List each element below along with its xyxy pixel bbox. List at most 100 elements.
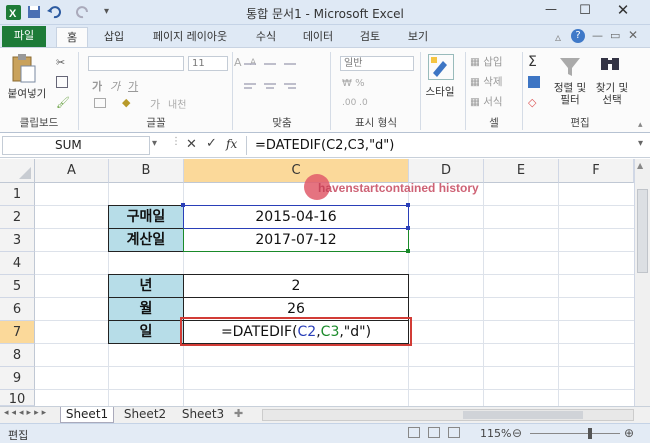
autosum-icon[interactable]: Σ <box>528 54 537 70</box>
tab-file[interactable]: 파일 <box>2 26 46 47</box>
name-box-dropdown-icon[interactable]: ▾ <box>152 138 157 149</box>
page-layout-view-icon[interactable] <box>428 427 440 438</box>
range-handle[interactable] <box>181 203 185 207</box>
font-name-field[interactable] <box>88 56 184 71</box>
bold-icon[interactable]: 가 <box>92 78 102 94</box>
phonetic-icon[interactable]: 내천 <box>168 96 186 111</box>
fill-icon[interactable] <box>528 76 540 88</box>
tab-page-layout[interactable]: 페이지 레이아웃 <box>140 27 240 47</box>
sheet-tab-sheet1[interactable]: Sheet1 <box>60 407 114 423</box>
minimize-button[interactable]: — <box>540 2 562 20</box>
zoom-slider-thumb[interactable] <box>588 428 592 439</box>
insert-function-icon[interactable]: fx <box>226 137 237 151</box>
cell-b7[interactable]: 일 <box>108 320 184 344</box>
tab-formulas[interactable]: 수식 <box>246 27 286 47</box>
row-header-7[interactable]: 7 <box>0 321 35 344</box>
doc-close-icon[interactable]: ✕ <box>628 28 638 42</box>
italic-icon[interactable]: 가 <box>110 78 120 94</box>
cell-c2[interactable]: 2015-04-16 <box>183 205 409 229</box>
find-select-icon[interactable] <box>598 54 622 78</box>
range-handle[interactable] <box>406 226 410 230</box>
format-painter-icon[interactable]: 🖌 <box>56 96 70 109</box>
sheet-nav-icons[interactable]: ◂◂◂▸▸▸ <box>4 408 49 418</box>
zoom-out-icon[interactable]: ⊖ <box>512 426 522 440</box>
cancel-icon[interactable]: ✕ <box>186 137 197 152</box>
tab-review[interactable]: 검토 <box>350 27 390 47</box>
tab-home[interactable]: 홈 <box>56 27 88 47</box>
find-select-button[interactable]: 찾기 및 선택 <box>590 82 634 106</box>
font-color-icon[interactable]: 가 <box>150 96 160 112</box>
enter-icon[interactable]: ✓ <box>206 136 217 151</box>
number-format-field[interactable]: 일반 <box>340 56 414 71</box>
splitter-icon[interactable]: ⋮ <box>171 136 181 155</box>
row-header-5[interactable]: 5 <box>0 275 35 298</box>
font-grow-icon[interactable]: A <box>234 56 242 69</box>
row-header-8[interactable]: 8 <box>0 344 35 367</box>
range-handle[interactable] <box>406 249 410 253</box>
cell-b6[interactable]: 월 <box>108 297 184 321</box>
style-icon[interactable] <box>428 54 454 80</box>
paste-icon[interactable] <box>10 54 36 84</box>
page-break-view-icon[interactable] <box>448 427 460 438</box>
alignment-icons[interactable] <box>242 58 322 108</box>
column-header-d[interactable]: D <box>409 159 484 183</box>
scroll-thumb[interactable] <box>463 411 583 419</box>
column-header-c[interactable]: C <box>184 159 409 183</box>
sheet-tab-sheet3[interactable]: Sheet3 <box>176 407 230 423</box>
row-header-6[interactable]: 6 <box>0 298 35 321</box>
new-sheet-icon[interactable]: ✚ <box>234 407 243 420</box>
underline-icon[interactable]: 가 <box>128 78 138 94</box>
fill-color-icon[interactable]: ◆ <box>122 96 130 109</box>
normal-view-icon[interactable] <box>408 427 420 438</box>
cell-b3[interactable]: 계산일 <box>108 228 184 252</box>
row-header-4[interactable]: 4 <box>0 252 35 275</box>
decimal-icon[interactable]: .00 .0 <box>342 98 368 108</box>
expand-formula-icon[interactable]: ▾ <box>638 138 643 149</box>
copy-icon[interactable] <box>56 76 68 88</box>
minimize-ribbon-icon[interactable]: ▵ <box>555 30 561 44</box>
zoom-in-icon[interactable]: ⊕ <box>624 426 634 440</box>
scroll-thumb[interactable] <box>637 189 648 273</box>
sort-filter-button[interactable]: 정렬 및 필터 <box>550 82 590 106</box>
range-handle[interactable] <box>406 203 410 207</box>
cell-c5[interactable]: 2 <box>183 274 409 298</box>
sheet-tab-sheet2[interactable]: Sheet2 <box>118 407 172 423</box>
scroll-up-icon[interactable]: ▲ <box>637 161 643 170</box>
collapse-ribbon-icon[interactable]: ▴ <box>638 120 643 130</box>
cell-b2[interactable]: 구매일 <box>108 205 184 229</box>
tab-view[interactable]: 보기 <box>398 27 438 47</box>
column-header-a[interactable]: A <box>35 159 109 183</box>
cell-b5[interactable]: 년 <box>108 274 184 298</box>
sort-filter-icon[interactable] <box>558 54 582 78</box>
row-header-3[interactable]: 3 <box>0 229 35 252</box>
vertical-scrollbar[interactable]: ▲ <box>634 159 650 406</box>
horizontal-scrollbar[interactable] <box>262 409 634 421</box>
row-header-1[interactable]: 1 <box>0 183 35 206</box>
close-button[interactable]: ✕ <box>610 1 636 21</box>
maximize-button[interactable]: ☐ <box>574 3 596 21</box>
clear-icon[interactable]: ◇ <box>528 96 536 109</box>
format-cells-button[interactable]: ▦ 서식 <box>470 96 520 108</box>
font-size-field[interactable]: 11 <box>188 56 228 71</box>
doc-restore-icon[interactable]: ▭ <box>610 29 620 42</box>
delete-cells-button[interactable]: ▦ 삭제 <box>470 76 520 88</box>
cell-c3[interactable]: 2017-07-12 <box>183 228 409 252</box>
column-header-e[interactable]: E <box>484 159 559 183</box>
style-button[interactable]: 스타일 <box>418 86 462 98</box>
zoom-level[interactable]: 115% <box>480 427 511 440</box>
row-header-9[interactable]: 9 <box>0 367 35 390</box>
currency-icon[interactable]: ₩ % <box>342 78 365 89</box>
column-header-b[interactable]: B <box>109 159 184 183</box>
doc-minimize-icon[interactable]: — <box>592 29 603 42</box>
help-icon[interactable]: ? <box>571 29 585 43</box>
row-header-10[interactable]: 10 <box>0 390 35 406</box>
row-header-2[interactable]: 2 <box>0 206 35 229</box>
formula-input[interactable]: =DATEDIF(C2,C3,"d") <box>246 136 636 155</box>
worksheet-grid[interactable]: A B C D E F ▲ 1 2 3 4 5 6 7 8 9 10 구매일 2… <box>0 159 650 406</box>
name-box[interactable]: SUM <box>2 136 150 155</box>
column-header-f[interactable]: F <box>559 159 634 183</box>
border-icon[interactable] <box>94 98 106 108</box>
zoom-slider[interactable] <box>530 433 620 434</box>
paste-button[interactable]: 붙여넣기 <box>4 88 50 100</box>
insert-cells-button[interactable]: ▦ 삽입 <box>470 56 520 68</box>
